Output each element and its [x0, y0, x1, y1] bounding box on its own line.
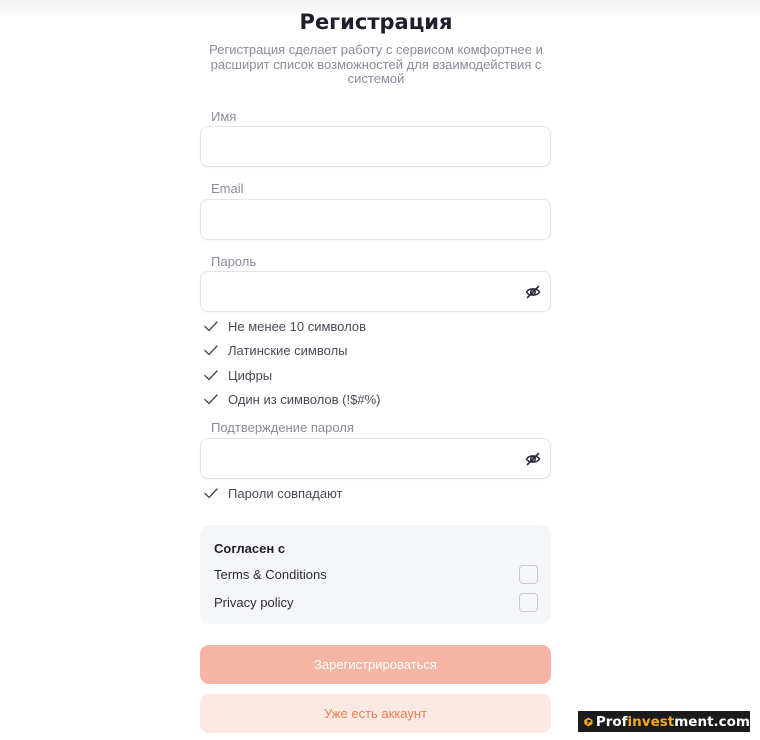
privacy-label: Privacy policy [214, 595, 294, 610]
rule-latin: Латинские символы [203, 342, 348, 358]
check-icon [204, 321, 218, 332]
page-title: Регистрация [299, 10, 453, 34]
rule-min-length: Не менее 10 символов [203, 318, 366, 334]
confirm-password-field[interactable] [200, 438, 551, 479]
name-field[interactable] [200, 126, 551, 167]
watermark-suffix: ment.com [674, 713, 750, 730]
privacy-checkbox[interactable] [519, 593, 538, 612]
register-button[interactable]: Зарегистрироваться [200, 645, 551, 684]
agreement-panel: Согласен с Terms & Conditions Privacy po… [200, 525, 551, 624]
password-field[interactable] [200, 271, 551, 312]
agreement-title: Согласен с [214, 541, 286, 556]
password-label: Пароль [211, 254, 257, 269]
watermark: Prof invest ment.com [578, 711, 750, 732]
watermark-prefix: Prof [595, 713, 628, 730]
email-label: Email [211, 181, 244, 196]
rule-passwords-match: Пароли совпадают [203, 485, 343, 501]
have-account-button[interactable]: Уже есть аккаунт [200, 694, 551, 733]
check-icon [204, 370, 218, 381]
terms-label: Terms & Conditions [214, 567, 327, 582]
rule-text: Пароли совпадают [228, 485, 343, 501]
rule-digits: Цифры [203, 367, 272, 383]
check-icon [204, 345, 218, 356]
watermark-accent: invest [627, 713, 675, 730]
check-icon [204, 394, 218, 405]
eye-off-icon[interactable] [525, 451, 541, 467]
check-icon [204, 488, 218, 499]
confirm-password-label: Подтверждение пароля [211, 420, 354, 435]
rule-text: Цифры [228, 367, 273, 383]
logo-icon [584, 717, 593, 726]
rule-text: Один из символов (!$#%) [228, 391, 381, 407]
page-subtitle: Регистрация сделает работу с сервисом ко… [209, 42, 543, 86]
email-field[interactable] [200, 199, 551, 240]
rule-special: Один из символов (!$#%) [203, 391, 380, 407]
rule-text: Латинские символы [228, 342, 348, 358]
eye-off-icon[interactable] [525, 284, 541, 300]
name-label: Имя [211, 109, 237, 124]
rule-text: Не менее 10 символов [228, 318, 366, 334]
terms-checkbox[interactable] [519, 565, 538, 584]
